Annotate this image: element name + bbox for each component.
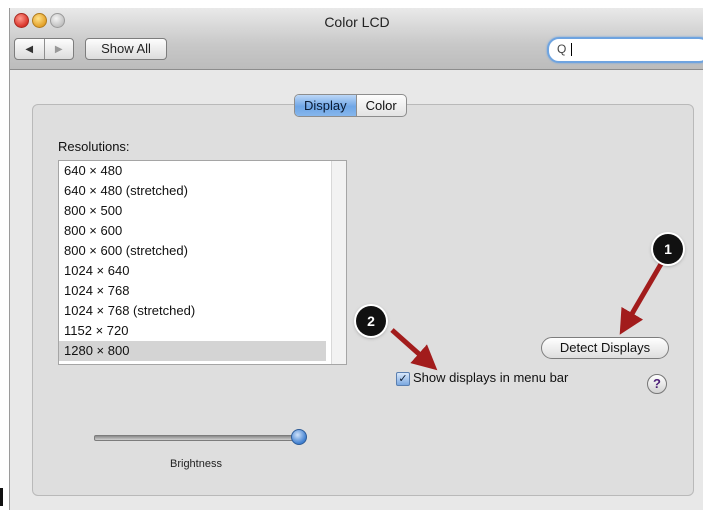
window-edge <box>0 488 3 506</box>
arrow-to-detect-displays <box>619 262 664 335</box>
annotation-arrows <box>390 262 664 371</box>
arrow-to-menu-bar-checkbox <box>390 328 438 371</box>
callout-marker-1: 1 <box>653 234 683 264</box>
callout-marker-2: 2 <box>356 306 386 336</box>
